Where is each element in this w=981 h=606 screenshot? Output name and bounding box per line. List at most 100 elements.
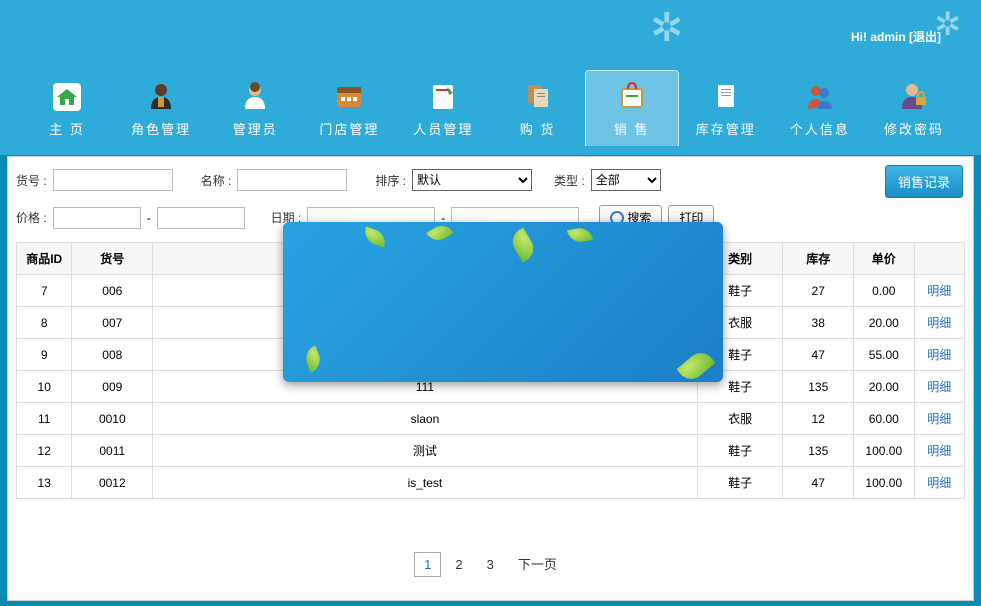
- table-row: 130012is_test鞋子47100.00明细: [17, 467, 965, 499]
- cell-name: slaon: [153, 403, 698, 435]
- cell-sku: 0012: [72, 467, 153, 499]
- type-label: 类型 :: [554, 172, 585, 189]
- nav-item-admin[interactable]: 管理员: [208, 71, 302, 146]
- price-label: 价格 :: [16, 209, 47, 226]
- nav-label: 角色管理: [114, 119, 208, 138]
- stock-icon: [706, 77, 746, 117]
- pagination: 123下一页: [16, 549, 965, 578]
- detail-link[interactable]: 明细: [914, 467, 964, 499]
- greeting-text: Hi! admin: [851, 30, 906, 44]
- cell-sku: 0011: [72, 435, 153, 467]
- cell-price: 0.00: [854, 275, 915, 307]
- cell-stock: 135: [783, 371, 854, 403]
- nav-item-store[interactable]: 门店管理: [302, 71, 396, 146]
- cell-id: 11: [17, 403, 72, 435]
- page-1[interactable]: 1: [414, 552, 441, 577]
- nav-label: 主 页: [20, 119, 114, 138]
- nav-item-staff[interactable]: 人员管理: [396, 71, 490, 146]
- logout-link[interactable]: [退出]: [909, 30, 941, 44]
- cell-id: 13: [17, 467, 72, 499]
- cell-category: 衣服: [697, 403, 783, 435]
- cell-price: 100.00: [854, 435, 915, 467]
- nav-label: 修改密码: [867, 119, 961, 138]
- cell-id: 7: [17, 275, 72, 307]
- cell-price: 55.00: [854, 339, 915, 371]
- sales-record-button[interactable]: 销售记录: [885, 165, 963, 198]
- detail-link[interactable]: 明细: [914, 403, 964, 435]
- nav-label: 个人信息: [773, 119, 867, 138]
- price-max-input[interactable]: [157, 207, 245, 229]
- overlay-banner[interactable]: [283, 222, 723, 382]
- type-select[interactable]: 全部: [591, 169, 661, 191]
- cell-stock: 47: [783, 467, 854, 499]
- nav-item-sales[interactable]: 销 售: [585, 70, 679, 146]
- name-label: 名称 :: [201, 172, 232, 189]
- cell-name: 测试: [153, 435, 698, 467]
- nav-item-purchase[interactable]: 购 货: [490, 71, 584, 146]
- cell-stock: 27: [783, 275, 854, 307]
- password-icon: [894, 77, 934, 117]
- cell-name: is_test: [153, 467, 698, 499]
- nav-label: 购 货: [490, 119, 584, 138]
- purchase-icon: [518, 77, 558, 117]
- cell-price: 100.00: [854, 467, 915, 499]
- page-2[interactable]: 2: [445, 552, 472, 577]
- sku-label: 货号 :: [16, 172, 47, 189]
- main-nav: 主 页角色管理管理员门店管理人员管理购 货销 售库存管理个人信息修改密码: [0, 60, 981, 156]
- nav-item-role[interactable]: 角色管理: [114, 71, 208, 146]
- page-3[interactable]: 3: [477, 552, 504, 577]
- role-icon: [141, 77, 181, 117]
- price-min-input[interactable]: [53, 207, 141, 229]
- nav-label: 库存管理: [679, 119, 773, 138]
- user-greeting: Hi! admin [退出]: [851, 28, 941, 45]
- cell-price: 60.00: [854, 403, 915, 435]
- sales-icon: [612, 77, 652, 117]
- cell-id: 8: [17, 307, 72, 339]
- home-icon: [47, 77, 87, 117]
- page-next[interactable]: 下一页: [508, 549, 567, 578]
- staff-icon: [423, 77, 463, 117]
- nav-item-password[interactable]: 修改密码: [867, 71, 961, 146]
- cell-sku: 006: [72, 275, 153, 307]
- store-icon: [329, 77, 369, 117]
- detail-link[interactable]: 明细: [914, 371, 964, 403]
- cell-price: 20.00: [854, 307, 915, 339]
- nav-item-profile[interactable]: 个人信息: [773, 71, 867, 146]
- cell-id: 10: [17, 371, 72, 403]
- cell-category: 鞋子: [697, 467, 783, 499]
- detail-link[interactable]: 明细: [914, 307, 964, 339]
- col-stock-header: 库存: [783, 243, 854, 275]
- cell-stock: 47: [783, 339, 854, 371]
- table-row: 110010slaon衣服1260.00明细: [17, 403, 965, 435]
- nav-label: 门店管理: [302, 119, 396, 138]
- col-id-header: 商品ID: [17, 243, 72, 275]
- profile-icon: [800, 77, 840, 117]
- col-price-header: 单价: [854, 243, 915, 275]
- detail-link[interactable]: 明细: [914, 435, 964, 467]
- cell-price: 20.00: [854, 371, 915, 403]
- detail-link[interactable]: 明细: [914, 275, 964, 307]
- nav-item-home[interactable]: 主 页: [20, 71, 114, 146]
- nav-item-stock[interactable]: 库存管理: [679, 71, 773, 146]
- cell-stock: 135: [783, 435, 854, 467]
- cell-sku: 008: [72, 339, 153, 371]
- name-input[interactable]: [237, 169, 347, 191]
- nav-label: 管理员: [208, 119, 302, 138]
- nav-label: 人员管理: [396, 119, 490, 138]
- cell-category: 鞋子: [697, 435, 783, 467]
- col-sku-header: 货号: [72, 243, 153, 275]
- cell-sku: 0010: [72, 403, 153, 435]
- cell-stock: 38: [783, 307, 854, 339]
- sort-select[interactable]: 默认: [412, 169, 532, 191]
- sort-label: 排序 :: [375, 172, 406, 189]
- cell-stock: 12: [783, 403, 854, 435]
- nav-label: 销 售: [586, 119, 678, 138]
- col-action-header: [914, 243, 964, 275]
- sku-input[interactable]: [53, 169, 173, 191]
- price-dash: -: [147, 211, 151, 225]
- detail-link[interactable]: 明细: [914, 339, 964, 371]
- admin-icon: [235, 77, 275, 117]
- cell-id: 9: [17, 339, 72, 371]
- table-row: 120011测试鞋子135100.00明细: [17, 435, 965, 467]
- cell-sku: 007: [72, 307, 153, 339]
